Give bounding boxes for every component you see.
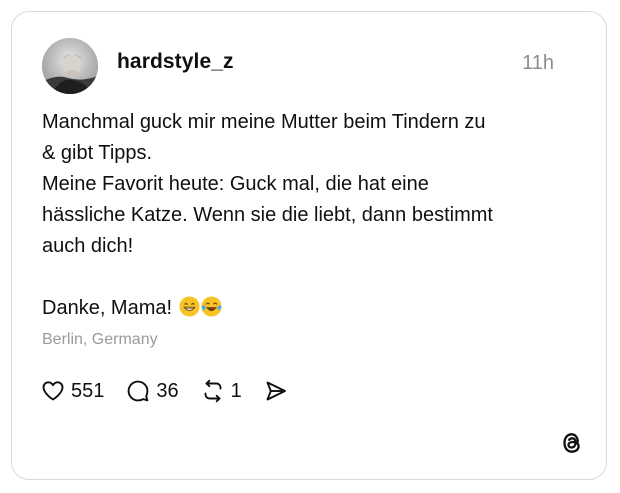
like-button[interactable]: 551 xyxy=(41,379,104,403)
threads-logo-icon[interactable] xyxy=(559,430,585,456)
post-text-line: Meine Favorit heute: Guck mal, die hat e… xyxy=(42,173,429,195)
username[interactable]: hardstyle_z xyxy=(117,50,234,74)
post-card: hardstyle_z 11h Manchmal guck mir meine … xyxy=(11,11,607,480)
heart-icon xyxy=(42,381,64,401)
face-with-tears-of-joy-icon xyxy=(201,296,222,317)
post-text: Manchmal guck mir meine Mutter beim Tind… xyxy=(42,107,582,324)
avatar-photo xyxy=(42,38,98,94)
timestamp: 11h xyxy=(522,52,554,74)
like-count: 551 xyxy=(71,379,105,402)
action-bar: 551 36 1 xyxy=(41,377,310,405)
avatar[interactable] xyxy=(42,38,98,94)
repost-count: 1 xyxy=(230,379,242,402)
post-text-line: hässliche Katze. Wenn sie die liebt, dan… xyxy=(42,204,493,226)
post-text-line: & gibt Tipps. xyxy=(42,142,153,164)
reply-count: 36 xyxy=(156,379,179,402)
share-button[interactable] xyxy=(264,379,288,403)
send-icon xyxy=(266,381,286,401)
repost-arrows-icon xyxy=(204,379,222,403)
post-text-line: Danke, Mama! xyxy=(42,297,173,319)
repost-button[interactable]: 1 xyxy=(201,379,242,403)
reply-button[interactable]: 36 xyxy=(126,379,179,403)
post-text-line: Manchmal guck mir meine Mutter beim Tind… xyxy=(42,111,486,133)
location[interactable]: Berlin, Germany xyxy=(42,331,158,349)
grinning-face-icon xyxy=(179,296,200,317)
post-text-line-with-emoji: Danke, Mama! xyxy=(42,293,582,324)
comment-bubble-icon xyxy=(128,380,149,402)
post-text-line: auch dich! xyxy=(42,235,134,257)
